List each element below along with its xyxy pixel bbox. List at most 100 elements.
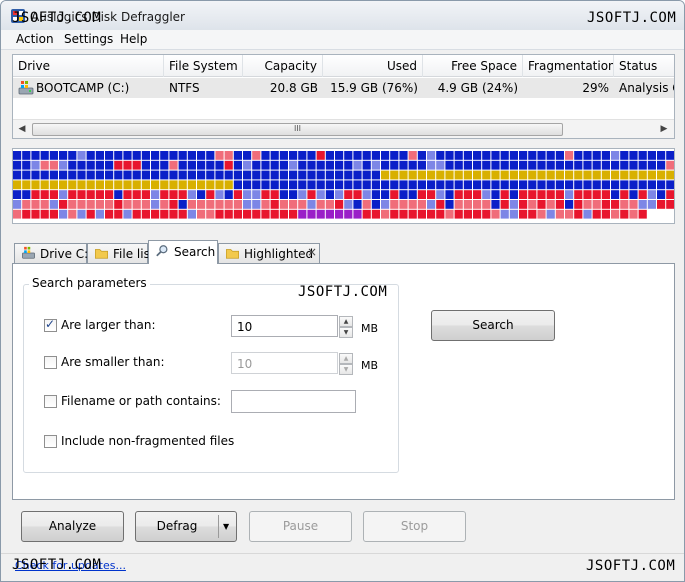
scroll-thumb[interactable]: III bbox=[32, 123, 563, 136]
cluster-block bbox=[519, 160, 528, 170]
cluster-block bbox=[132, 151, 141, 160]
cluster-block bbox=[381, 151, 390, 160]
cluster-block bbox=[601, 190, 610, 199]
cluster-block bbox=[114, 180, 123, 190]
horizontal-scrollbar[interactable]: ◀ III ▶ bbox=[13, 119, 674, 138]
scroll-left-arrow-icon[interactable]: ◀ bbox=[16, 123, 28, 135]
watermark-bottom-left: JSOFTJ.COM bbox=[12, 557, 102, 573]
column-header-capacity[interactable]: Capacity bbox=[243, 55, 323, 77]
cluster-block bbox=[68, 160, 77, 170]
cluster-block bbox=[463, 200, 472, 209]
cluster-block bbox=[601, 151, 610, 160]
cluster-block bbox=[500, 190, 509, 199]
tab-drive-c-label: Drive C: bbox=[40, 247, 89, 261]
cluster-block bbox=[417, 180, 426, 190]
scroll-right-arrow-icon[interactable]: ▶ bbox=[658, 123, 670, 135]
cluster-block bbox=[463, 160, 472, 170]
column-header-drive[interactable]: Drive bbox=[13, 55, 164, 77]
menu-bar: Action Settings Help bbox=[1, 30, 684, 50]
larger-than-label: Are larger than: bbox=[61, 318, 156, 332]
drive-row[interactable]: BOOTCAMP (C:) NTFS 20.8 GB 15.9 GB (76%)… bbox=[13, 78, 674, 98]
spin-down-icon[interactable]: ▼ bbox=[339, 364, 353, 375]
close-tab-icon[interactable]: × bbox=[307, 242, 317, 262]
non-fragmented-checkbox[interactable] bbox=[44, 435, 57, 448]
cluster-block bbox=[583, 200, 592, 209]
cluster-block bbox=[371, 180, 380, 190]
tab-strip: Drive C: File list Search Highlighted × bbox=[12, 240, 675, 264]
smaller-than-checkbox[interactable] bbox=[44, 356, 57, 369]
cluster-block bbox=[583, 180, 592, 190]
cluster-block bbox=[298, 180, 307, 190]
tab-file-list[interactable]: File list bbox=[87, 243, 155, 264]
cluster-block bbox=[473, 190, 482, 199]
cluster-block bbox=[427, 180, 436, 190]
cluster-block bbox=[187, 190, 196, 199]
tab-search[interactable]: Search bbox=[148, 240, 218, 264]
tab-drive-c[interactable]: Drive C: bbox=[14, 243, 89, 264]
larger-than-spinner[interactable]: 10 ▲ ▼ bbox=[231, 315, 353, 338]
cluster-block bbox=[399, 151, 408, 160]
filename-checkbox[interactable] bbox=[44, 395, 57, 408]
defrag-split-button[interactable]: Defrag ▼ bbox=[135, 511, 237, 542]
stop-button[interactable]: Stop bbox=[363, 511, 466, 542]
cluster-block bbox=[13, 209, 22, 219]
cluster-block bbox=[40, 151, 49, 160]
cluster-block bbox=[187, 200, 196, 209]
filename-field[interactable] bbox=[231, 390, 356, 413]
cluster-block bbox=[537, 200, 546, 209]
cluster-block bbox=[390, 190, 399, 199]
cluster-block bbox=[427, 151, 436, 160]
cluster-block bbox=[647, 151, 656, 160]
larger-than-checkbox[interactable] bbox=[44, 317, 57, 332]
analyze-button[interactable]: Analyze bbox=[21, 511, 124, 542]
cluster-block bbox=[399, 209, 408, 219]
pause-button[interactable]: Pause bbox=[249, 511, 352, 542]
cluster-block bbox=[13, 190, 22, 199]
column-header-status[interactable]: Status bbox=[614, 55, 674, 77]
column-header-used[interactable]: Used bbox=[323, 55, 423, 77]
cluster-block bbox=[243, 209, 252, 219]
tab-highlighted[interactable]: Highlighted × bbox=[218, 243, 320, 264]
cluster-block bbox=[224, 200, 233, 209]
spin-down-icon[interactable]: ▼ bbox=[339, 327, 353, 338]
cluster-block bbox=[500, 151, 509, 160]
cluster-block bbox=[335, 200, 344, 209]
larger-than-unit: MB bbox=[361, 322, 379, 335]
column-header-file-system[interactable]: File System bbox=[164, 55, 243, 77]
spin-up-icon[interactable]: ▲ bbox=[339, 316, 353, 327]
dropdown-arrow-icon[interactable]: ▼ bbox=[223, 512, 229, 541]
cluster-block bbox=[270, 170, 279, 180]
cluster-block bbox=[353, 151, 362, 160]
defrag-button-label[interactable]: Defrag bbox=[136, 512, 218, 541]
cluster-block bbox=[657, 151, 666, 160]
menu-help[interactable]: Help bbox=[118, 32, 149, 46]
cluster-block bbox=[611, 190, 620, 199]
cluster-block bbox=[307, 190, 316, 199]
cluster-block bbox=[252, 160, 261, 170]
cluster-block bbox=[22, 170, 31, 180]
cluster-block bbox=[519, 209, 528, 219]
cluster-block bbox=[500, 200, 509, 209]
menu-settings[interactable]: Settings bbox=[62, 32, 115, 46]
cluster-block bbox=[666, 209, 675, 219]
menu-action[interactable]: Action bbox=[14, 32, 56, 46]
cluster-block bbox=[371, 170, 380, 180]
drive-list-header: Drive File System Capacity Used Free Spa… bbox=[13, 55, 674, 77]
cluster-block bbox=[463, 190, 472, 199]
search-button[interactable]: Search bbox=[431, 310, 555, 341]
cluster-block bbox=[270, 180, 279, 190]
column-header-fragmentation[interactable]: Fragmentation bbox=[523, 55, 614, 77]
cluster-block bbox=[454, 160, 463, 170]
cluster-block bbox=[279, 160, 288, 170]
folder-icon bbox=[226, 249, 239, 259]
cluster-block bbox=[620, 209, 629, 219]
cluster-block bbox=[316, 160, 325, 170]
cluster-block bbox=[307, 209, 316, 219]
cluster-block bbox=[491, 200, 500, 209]
smaller-than-spinner[interactable]: 10 ▲ ▼ bbox=[231, 352, 353, 375]
column-header-free-space[interactable]: Free Space bbox=[423, 55, 523, 77]
spin-up-icon[interactable]: ▲ bbox=[339, 353, 353, 364]
cluster-block bbox=[491, 160, 500, 170]
cluster-block bbox=[519, 151, 528, 160]
cluster-block bbox=[325, 180, 334, 190]
